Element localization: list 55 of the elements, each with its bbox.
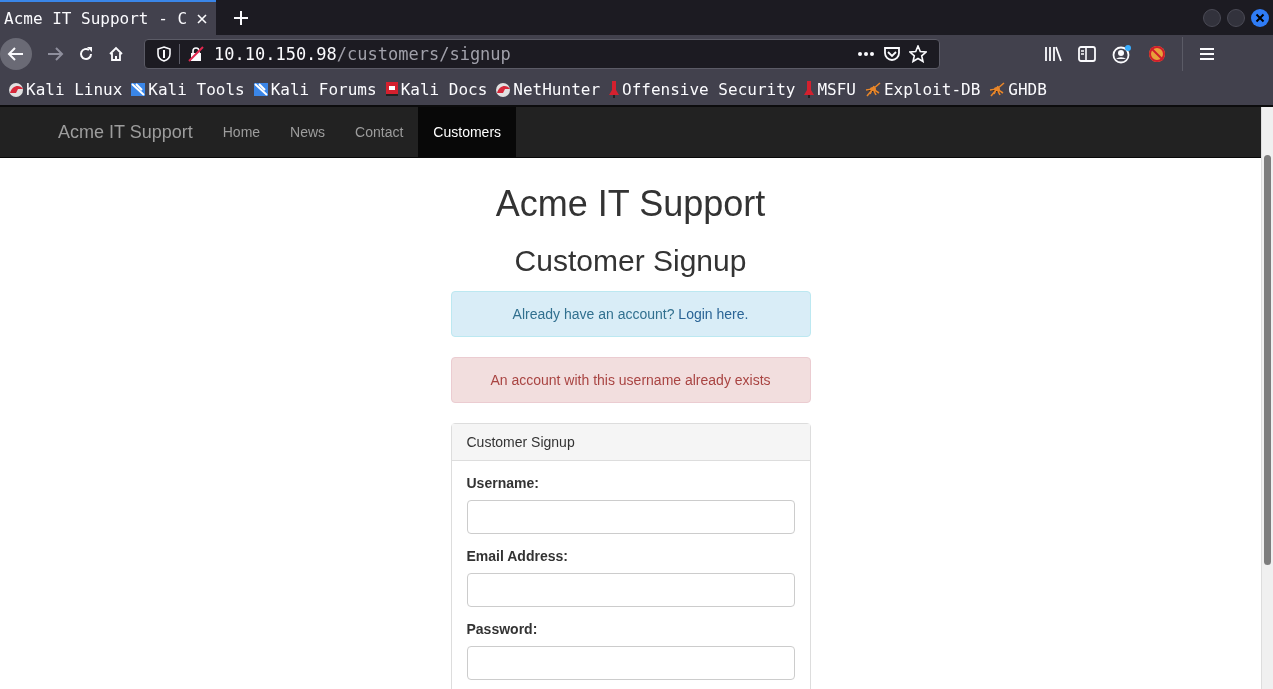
extension-icon[interactable]: [1148, 45, 1166, 63]
shield-icon: [157, 46, 171, 62]
url-host: 10.10.150.98: [214, 44, 337, 64]
scrollbar-thumb[interactable]: [1264, 155, 1271, 565]
bookmark[interactable]: Kali Docs: [382, 79, 490, 99]
close-icon[interactable]: [196, 12, 208, 25]
page-title: Acme IT Support: [494, 184, 767, 224]
book-icon: [384, 81, 399, 97]
reload-icon[interactable]: [78, 46, 94, 62]
scrollbar[interactable]: [1261, 107, 1273, 689]
sidebar-icon[interactable]: [1078, 46, 1096, 62]
nav-link[interactable]: Customers: [418, 107, 517, 157]
insecure-lock-icon: [188, 46, 204, 62]
figure-icon: [803, 80, 816, 98]
figure-icon: [608, 80, 621, 98]
close-window-icon[interactable]: [1251, 8, 1269, 27]
site-brand[interactable]: Acme IT Support: [43, 107, 208, 157]
spider-icon: [863, 81, 882, 97]
field-label: Username:: [466, 474, 540, 491]
back-arrow-icon: [7, 45, 25, 63]
bookmark[interactable]: Exploit-DB: [861, 79, 983, 99]
more-icon[interactable]: [857, 51, 875, 57]
input-field[interactable]: [466, 645, 795, 680]
nav-link[interactable]: Contact: [340, 107, 419, 157]
input-field[interactable]: [466, 572, 795, 607]
forward-icon[interactable]: [46, 45, 64, 63]
bookmark[interactable]: Kali Forums: [250, 79, 379, 99]
page-subtitle: Customer Signup: [513, 243, 748, 277]
back-button[interactable]: [0, 38, 32, 70]
browser-tab[interactable]: Acme IT Support - C: [0, 0, 216, 35]
panel-title: Customer Signup: [466, 433, 575, 450]
bookmark[interactable]: Kali Linux: [6, 79, 125, 99]
spider-icon: [988, 81, 1007, 97]
bookmark[interactable]: Offensive Security: [606, 79, 798, 99]
pocket-icon[interactable]: [883, 46, 901, 62]
field-label: Password:: [466, 620, 539, 637]
library-icon[interactable]: [1044, 46, 1062, 62]
url-path: /customers/signup: [336, 44, 511, 64]
nav-link[interactable]: Home: [207, 107, 276, 157]
bookmark[interactable]: Kali Tools: [128, 79, 247, 99]
account-icon[interactable]: [1112, 44, 1132, 64]
menu-icon[interactable]: [1199, 47, 1215, 61]
login-link[interactable]: Login here.: [678, 305, 749, 322]
alert-message: Already have an account?: [512, 305, 676, 322]
address-bar[interactable]: 10.10.150.98/customers/signup: [144, 39, 940, 69]
field-label: Email Address:: [466, 547, 569, 564]
star-icon[interactable]: [909, 45, 927, 63]
home-icon[interactable]: [108, 46, 124, 62]
input-field[interactable]: [466, 499, 795, 534]
nav-link[interactable]: News: [275, 107, 341, 157]
bookmark[interactable]: GHDB: [986, 79, 1049, 99]
error-message: An account with this username already exists: [490, 371, 771, 388]
new-tab-icon[interactable]: [234, 10, 248, 25]
bookmark[interactable]: NetHunter: [493, 79, 603, 99]
bookmark[interactable]: MSFU: [801, 79, 858, 99]
